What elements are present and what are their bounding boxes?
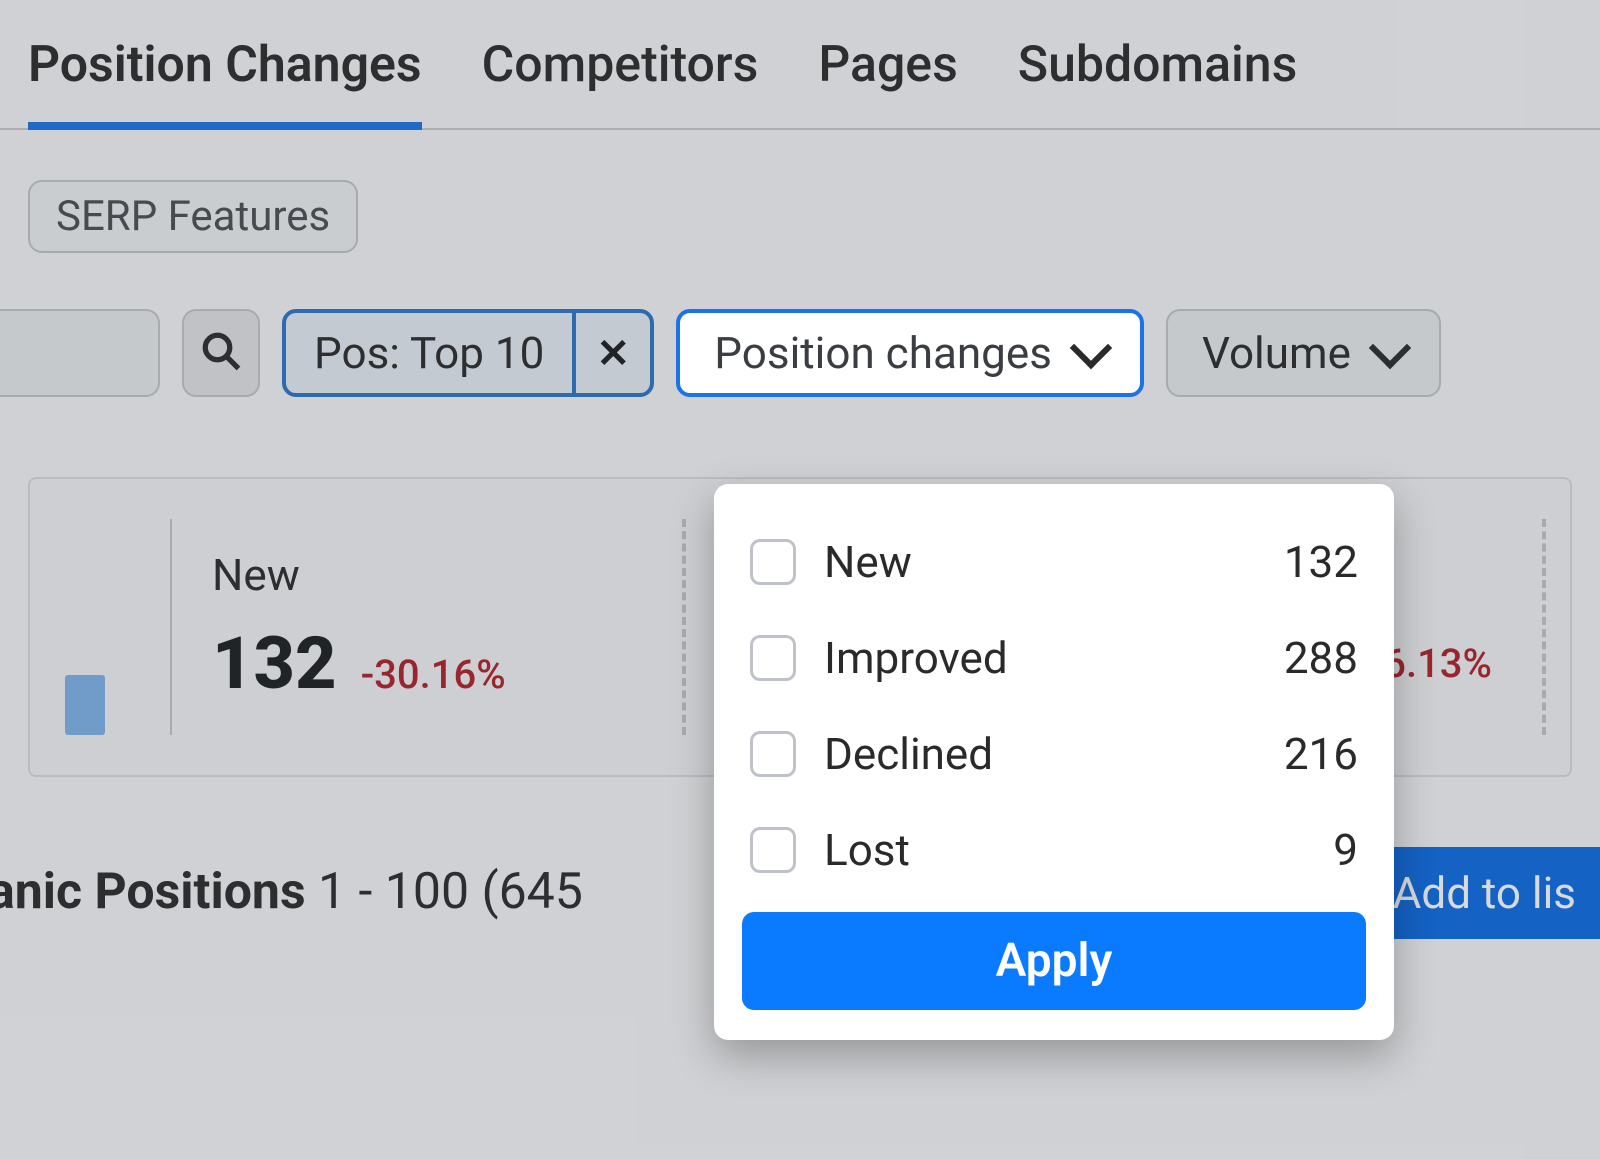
option-count: 9 [1333, 824, 1358, 876]
option-declined[interactable]: Declined 216 [742, 706, 1366, 802]
metric-card-new[interactable]: New 132 -30.16% [212, 519, 632, 735]
checkbox[interactable] [750, 539, 796, 585]
position-changes-popover: New 132 Improved 288 Declined 216 Lost 9… [714, 484, 1394, 1040]
filter-row: Pos: Top 10 Position changes Volume [0, 253, 1600, 397]
chevron-down-icon [1369, 327, 1411, 369]
app-root: Position Changes Competitors Pages Subdo… [0, 0, 1600, 1159]
heading-bold: anic Positions [0, 863, 306, 921]
option-label: Declined [824, 728, 1256, 780]
divider [170, 519, 172, 735]
tab-competitors[interactable]: Competitors [482, 36, 759, 128]
option-count: 216 [1284, 728, 1358, 780]
filter-pill-position-remove[interactable] [572, 313, 650, 393]
divider [682, 519, 686, 735]
divider [1542, 519, 1546, 735]
organic-positions-heading: anic Positions 1 - 100 (645 [0, 863, 583, 921]
tab-position-changes[interactable]: Position Changes [28, 36, 422, 130]
option-new[interactable]: New 132 [742, 514, 1366, 610]
filter-volume-dropdown[interactable]: Volume [1166, 309, 1441, 397]
chevron-down-icon [1070, 327, 1112, 369]
heading-rest: 1 - 100 (645 [306, 863, 583, 921]
search-icon [200, 330, 242, 376]
close-icon [597, 330, 631, 377]
add-to-list-button[interactable]: Add to lis [1365, 847, 1600, 939]
option-count: 288 [1284, 632, 1358, 684]
apply-button[interactable]: Apply [742, 912, 1366, 1010]
option-improved[interactable]: Improved 288 [742, 610, 1366, 706]
checkbox[interactable] [750, 731, 796, 777]
filter-position-changes-label: Position changes [714, 327, 1052, 379]
search-button[interactable] [182, 309, 260, 397]
filter-input-truncated[interactable] [0, 309, 160, 397]
sparkline [50, 519, 120, 735]
option-count: 132 [1284, 536, 1358, 588]
chips-row: SERP Features [0, 130, 1600, 253]
checkbox[interactable] [750, 635, 796, 681]
option-label: Lost [824, 824, 1305, 876]
checkbox[interactable] [750, 827, 796, 873]
tab-subdomains[interactable]: Subdomains [1018, 36, 1298, 128]
chip-serp-features[interactable]: SERP Features [28, 180, 358, 253]
filter-pill-position-label: Pos: Top 10 [286, 313, 572, 393]
metric-delta: -30.16% [361, 651, 506, 698]
filter-pill-position[interactable]: Pos: Top 10 [282, 309, 654, 397]
tabs-bar: Position Changes Competitors Pages Subdo… [0, 0, 1600, 130]
option-label: Improved [824, 632, 1256, 684]
filter-position-changes-dropdown[interactable]: Position changes [676, 309, 1144, 397]
metric-value: 132 [212, 621, 337, 706]
option-lost[interactable]: Lost 9 [742, 802, 1366, 898]
option-label: New [824, 536, 1256, 588]
filter-volume-label: Volume [1202, 327, 1351, 379]
metric-label: New [212, 549, 632, 601]
tab-pages[interactable]: Pages [818, 36, 957, 128]
